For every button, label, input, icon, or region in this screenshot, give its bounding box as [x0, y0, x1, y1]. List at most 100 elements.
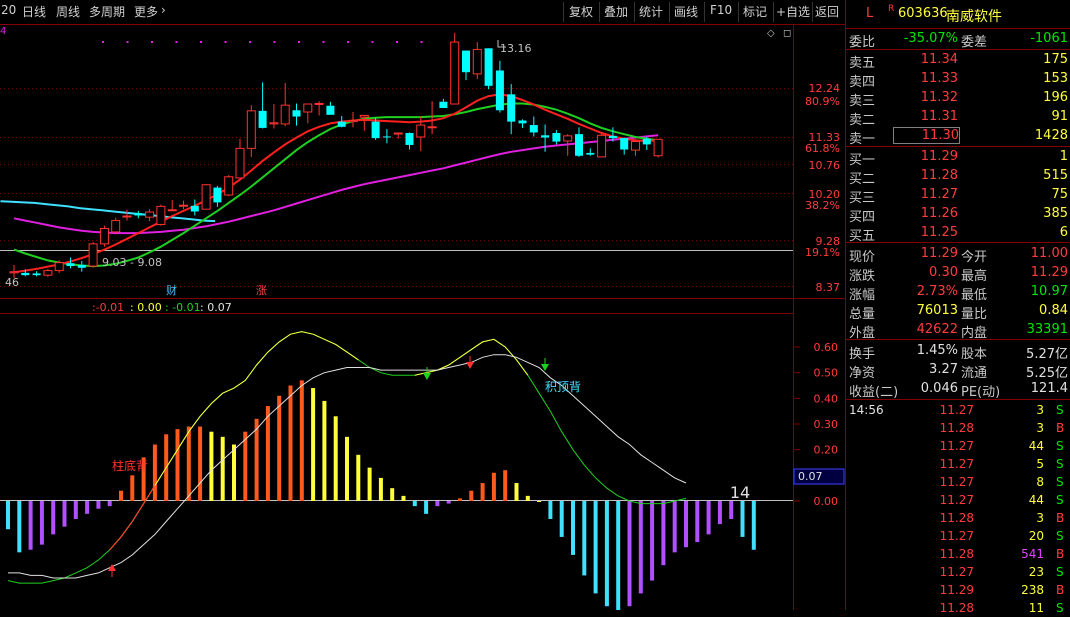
button-f10[interactable]: F10	[710, 3, 732, 17]
candle-body	[201, 184, 211, 210]
candle-body	[43, 270, 53, 276]
stat-value: 10.97	[1030, 284, 1068, 299]
macd-bar	[130, 475, 135, 501]
tick-row: 11.27 5 S	[846, 455, 1070, 473]
weibi-row: 委比 -35.07% 委差 -1061	[846, 29, 1070, 50]
button-back[interactable]: 返回	[815, 3, 839, 20]
button-mark[interactable]: 标记	[743, 3, 767, 20]
low-price-label: 9.03 - 9.08	[102, 256, 162, 269]
macd-bar	[604, 501, 609, 607]
candle-body	[631, 141, 640, 151]
candle-body	[462, 50, 470, 73]
tick-side: B	[1056, 511, 1065, 525]
macd-bar	[220, 436, 225, 501]
tick-price: 11.29	[939, 583, 974, 597]
macd-bar	[73, 501, 78, 519]
candle-body	[280, 104, 290, 125]
stat-row: 收益(二) 0.046 PE(动) 121.4	[846, 379, 1070, 400]
buy-row: 买三 11.27 75	[846, 185, 1070, 206]
button-add-watchlist[interactable]: +自选	[776, 3, 810, 20]
macd-bar	[717, 501, 722, 525]
macd-bar	[491, 472, 496, 501]
tab-daily[interactable]: 日线	[22, 3, 46, 20]
tick-volume: 23	[1028, 565, 1044, 579]
tick-volume: 238	[1021, 583, 1044, 597]
macd-tick-label: 0.40	[814, 392, 839, 405]
price-tick-label: 12.24	[809, 82, 841, 95]
stat-value: 121.4	[1030, 381, 1068, 396]
macd-bar	[548, 501, 553, 519]
macd-bar	[503, 470, 508, 501]
marker-dot	[322, 41, 325, 43]
tab-weekly[interactable]: 周线	[56, 3, 80, 20]
stat-label: 收益(二)	[849, 385, 899, 400]
marker-zhang: 涨	[256, 284, 267, 297]
stat-row: 现价 11.29 今开 11.00	[846, 244, 1070, 265]
candle-body	[472, 48, 482, 75]
order-price: 11.28	[920, 168, 958, 183]
tick-volume: 3	[1036, 421, 1044, 435]
macd-bar	[62, 501, 67, 527]
tab-multi-period[interactable]: 多周期	[89, 3, 125, 20]
candle-body	[518, 120, 527, 124]
stat-value: 11.29	[1030, 265, 1068, 280]
button-statistics[interactable]: 统计	[639, 3, 663, 20]
chart-canvas[interactable]: 4 ◇ ◻13.169.03 - 9.0846财 涨12.2411.3310.7610…	[0, 0, 845, 610]
sell-row: 卖三 11.32 196	[846, 88, 1070, 109]
stat-value: 11.00	[1030, 246, 1068, 261]
stock-name: 南威软件	[946, 9, 1002, 25]
macd-bar	[446, 501, 451, 504]
buy-row: 买五 11.25 6	[846, 223, 1070, 244]
tick-row: 11.27 23 S	[846, 563, 1070, 581]
macd-bar	[378, 477, 383, 501]
candle-body	[77, 264, 86, 268]
tab-more[interactable]: 更多	[134, 3, 158, 20]
order-price: 11.25	[920, 225, 958, 240]
tick-volume: 3	[1036, 403, 1044, 417]
macd-header-v2: : 0.00	[130, 301, 162, 314]
tick-price: 11.28	[939, 511, 974, 525]
price-tick-label: 8.37	[816, 281, 841, 294]
macd-bar	[311, 388, 316, 501]
candle-body	[66, 263, 75, 267]
tick-side: B	[1056, 421, 1065, 435]
candle-body	[134, 213, 143, 216]
sell-row: 卖一 11.30 1428	[846, 126, 1070, 147]
marker-dot	[224, 41, 227, 43]
order-price: 11.31	[920, 109, 958, 124]
toolbar-divider	[599, 2, 600, 22]
macd-bar	[695, 501, 700, 543]
candle-body	[54, 262, 64, 272]
chevron-right-icon[interactable]: ›	[161, 3, 166, 17]
button-overlay[interactable]: 叠加	[604, 3, 628, 20]
candle-body	[541, 135, 550, 138]
candle-body	[269, 122, 279, 125]
button-restore-rights[interactable]: 复权	[569, 3, 593, 20]
macd-bar	[152, 444, 157, 501]
price-tick-label: 10.76	[809, 159, 841, 172]
ma-line-green	[13, 102, 659, 268]
candle-body	[427, 126, 437, 129]
marker-dot	[175, 41, 178, 43]
sell-row: 卖四 11.33 153	[846, 69, 1070, 90]
macd-bar	[345, 436, 349, 501]
button-draw-line[interactable]: 画线	[674, 3, 698, 20]
candle-body	[405, 133, 414, 145]
macd-tick-label: 0.30	[814, 418, 839, 431]
toolbar-divider	[812, 2, 813, 22]
sell-row: 卖二 11.31 91	[846, 107, 1070, 128]
marker-cai: 财	[166, 283, 177, 297]
macd-bar	[85, 501, 90, 514]
annotation-bottom-divergence: 柱底背	[112, 458, 148, 473]
candle-body	[597, 134, 607, 158]
tick-volume: 5	[1036, 457, 1044, 471]
macd-header-v4: : 0.07	[200, 301, 232, 314]
tick-row: 11.28 3 B	[846, 509, 1070, 527]
current-value-label: 0.07	[798, 470, 823, 483]
tick-price: 11.28	[939, 421, 974, 435]
tick-volume: 11	[1028, 601, 1044, 615]
chart-area[interactable]: 4 ◇ ◻ 13.16 9.03 - 9.08 46 财涨 12.24 11.33 10.76 10…	[0, 0, 845, 610]
candle-body	[111, 220, 121, 233]
stat-row: 换手 1.45% 股本 5.27亿	[846, 341, 1070, 362]
order-volume: 196	[1043, 90, 1068, 105]
